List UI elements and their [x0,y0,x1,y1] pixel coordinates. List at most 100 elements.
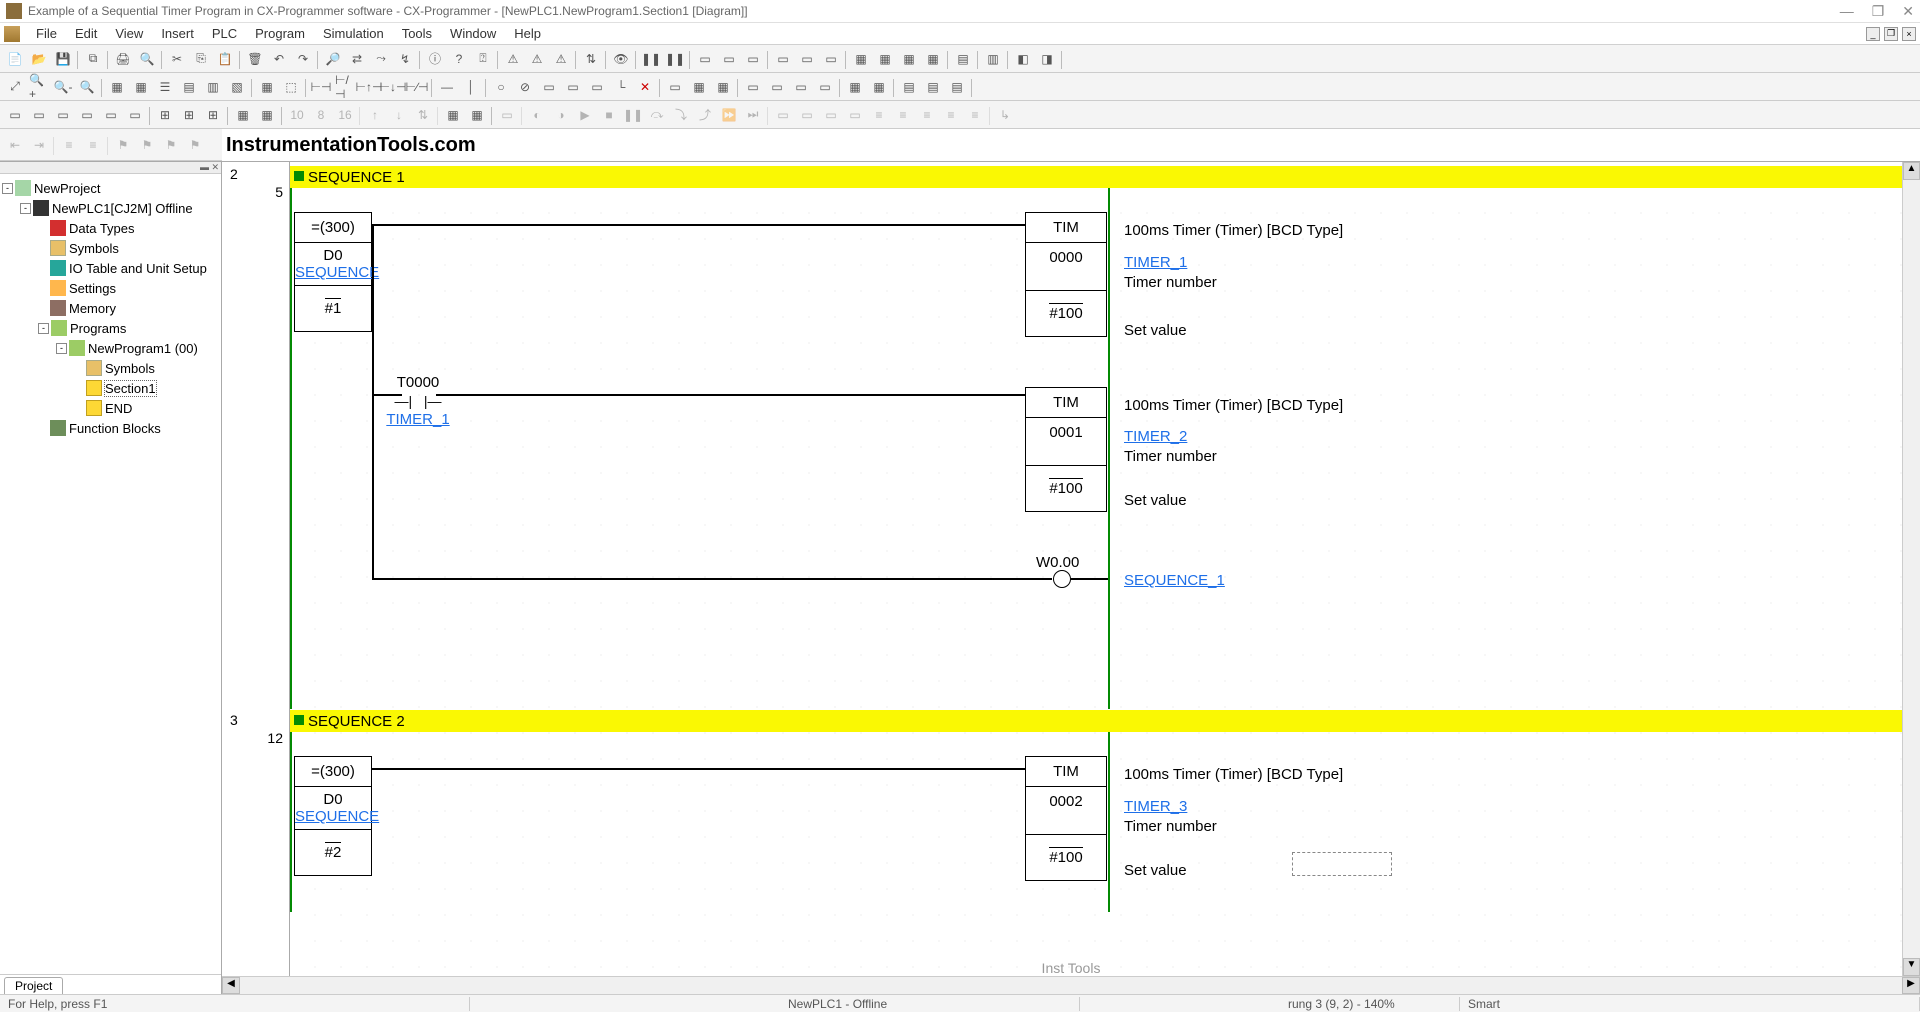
vline-icon[interactable]: │ [460,76,482,98]
zoom-in-icon[interactable]: 🔍+ [28,76,50,98]
contact-no-icon[interactable]: ⊢⊣ [310,76,332,98]
sequence-header[interactable]: SEQUENCE 2 [290,710,1902,732]
view5-icon[interactable]: ▥ [202,76,224,98]
monitor-icon[interactable]: 👁 [610,48,632,70]
horizontal-scrollbar[interactable]: ◀ ▶ [222,976,1920,994]
open-icon[interactable]: 📂 [28,48,50,70]
print-preview-icon[interactable]: 🔍 [136,48,158,70]
timer3-link[interactable]: TIMER_3 [1124,798,1187,815]
print-icon[interactable]: 🖨 [112,48,134,70]
zoom-out-icon[interactable]: 🔍- [52,76,74,98]
t3g-icon[interactable]: ⊞ [154,104,176,126]
find-next-icon[interactable]: ⤳ [370,48,392,70]
t3i-icon[interactable]: ⊞ [202,104,224,126]
warn3-icon[interactable]: ⚠ [550,48,572,70]
coil-icon[interactable]: ○ [490,76,512,98]
menu-file[interactable]: File [28,24,65,43]
del-line-icon[interactable]: ✕ [634,76,656,98]
tree-plc[interactable]: NewPLC1[CJ2M] Offline [52,201,193,216]
expand-icon[interactable]: - [56,343,67,354]
t2d-icon[interactable]: ▭ [742,76,764,98]
zoom-sel-icon[interactable]: 🔍 [76,76,98,98]
minimize-button[interactable]: — [1840,3,1854,20]
tree-datatypes[interactable]: Data Types [69,221,135,236]
view4-icon[interactable]: ▤ [178,76,200,98]
scroll-down-icon[interactable]: ▼ [1903,958,1920,976]
grid-icon[interactable]: ▦ [256,76,278,98]
cut-icon[interactable]: ✂ [166,48,188,70]
tree-end[interactable]: END [105,401,132,416]
tb11-icon[interactable]: ▤ [952,48,974,70]
replace-icon[interactable]: ⇄ [346,48,368,70]
menu-simulation[interactable]: Simulation [315,24,392,43]
copy-icon[interactable]: ⎘ [190,48,212,70]
menu-plc[interactable]: PLC [204,24,245,43]
contact-n-icon[interactable]: ⊢↓⊣ [382,76,404,98]
compare-icon[interactable]: ⧉ [82,48,104,70]
t2k-icon[interactable]: ▤ [922,76,944,98]
seq-link[interactable]: SEQUENCE [295,808,371,825]
save-icon[interactable]: 💾 [52,48,74,70]
tree-fb[interactable]: Function Blocks [69,421,161,436]
compare-block[interactable]: =(300) D0 SEQUENCE #1 [294,212,372,332]
sequence-header[interactable]: SEQUENCE 1 [290,166,1902,188]
menu-insert[interactable]: Insert [153,24,202,43]
menu-window[interactable]: Window [442,24,504,43]
sim2-icon[interactable]: ▦ [466,104,488,126]
hline-icon[interactable]: — [436,76,458,98]
t2a-icon[interactable]: ▭ [664,76,686,98]
t3c-icon[interactable]: ▭ [52,104,74,126]
contact-nc-icon[interactable]: ⊢/⊣ [334,76,356,98]
view3-icon[interactable]: ☰ [154,76,176,98]
tb13-icon[interactable]: ◧ [1012,48,1034,70]
info-icon[interactable]: ⓘ [424,48,446,70]
tb7-icon[interactable]: ▦ [850,48,872,70]
panel-close-icon[interactable]: ▬ ✕ [0,162,221,174]
tb6-icon[interactable]: ▭ [820,48,842,70]
view2-icon[interactable]: ▦ [130,76,152,98]
sequence1-link[interactable]: SEQUENCE_1 [1124,572,1225,589]
zoom-fit-icon[interactable]: ⤢ [4,76,26,98]
redo-icon[interactable]: ↷ [292,48,314,70]
menu-help[interactable]: Help [506,24,549,43]
project-tree[interactable]: - NewProject - NewPLC1[CJ2M] Offline Dat… [0,174,221,974]
func3-icon[interactable]: ▭ [586,76,608,98]
output-coil[interactable] [1053,570,1071,588]
t2h-icon[interactable]: ▦ [844,76,866,98]
tb2-icon[interactable]: ▭ [718,48,740,70]
timer1-link[interactable]: TIMER_1 [1124,254,1187,271]
t2b-icon[interactable]: ▦ [688,76,710,98]
warn2-icon[interactable]: ⚠ [526,48,548,70]
contact-name[interactable]: TIMER_1 [380,411,456,428]
seq-link[interactable]: SEQUENCE [295,264,371,281]
new-icon[interactable]: 📄 [4,48,26,70]
t3b-icon[interactable]: ▭ [28,104,50,126]
t2j-icon[interactable]: ▤ [898,76,920,98]
tb5-icon[interactable]: ▭ [796,48,818,70]
t3j-icon[interactable]: ▦ [232,104,254,126]
tree-project[interactable]: NewProject [34,181,100,196]
t3k-icon[interactable]: ▦ [256,104,278,126]
pause2-icon[interactable]: ❚❚ [664,48,686,70]
scroll-track[interactable] [240,977,1902,994]
t2i-icon[interactable]: ▦ [868,76,890,98]
tb3-icon[interactable]: ▭ [742,48,764,70]
t2g-icon[interactable]: ▭ [814,76,836,98]
t2e-icon[interactable]: ▭ [766,76,788,98]
compare-block-2[interactable]: =(300) D0 SEQUENCE #2 [294,756,372,876]
expand-icon[interactable]: - [20,203,31,214]
view1-icon[interactable]: ▦ [106,76,128,98]
tb14-icon[interactable]: ◨ [1036,48,1058,70]
tree-program1[interactable]: NewProgram1 (00) [88,341,198,356]
menu-program[interactable]: Program [247,24,313,43]
mdi-close[interactable]: × [1902,27,1916,41]
t3e-icon[interactable]: ▭ [100,104,122,126]
tree-symbols[interactable]: Symbols [69,241,119,256]
tb1-icon[interactable]: ▭ [694,48,716,70]
t3h-icon[interactable]: ⊞ [178,104,200,126]
timer-block-1[interactable]: TIM 0000 #100 [1025,212,1107,337]
line-icon[interactable]: └ [610,76,632,98]
expand-icon[interactable]: - [38,323,49,334]
func-icon[interactable]: ▭ [538,76,560,98]
tree-psymbols[interactable]: Symbols [105,361,155,376]
